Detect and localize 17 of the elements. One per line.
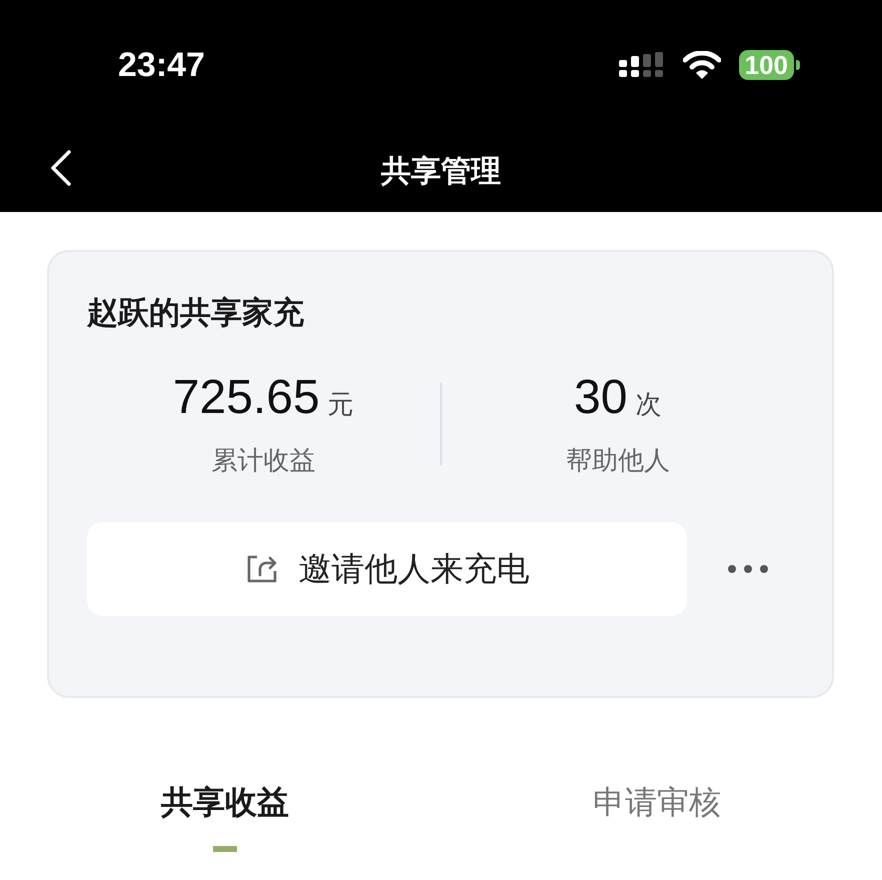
status-time: 23:47 <box>118 46 205 84</box>
stat-value: 725.65 <box>172 370 320 425</box>
stat-label: 帮助他人 <box>566 445 670 478</box>
page-title: 共享管理 <box>381 152 501 190</box>
stat-unit: 次 <box>635 389 662 422</box>
card-title: 赵跃的共享家充 <box>87 294 305 333</box>
wifi-icon <box>682 51 721 79</box>
tab[interactable]: 共享收益 <box>110 768 340 852</box>
invite-button[interactable]: 邀请他人来充电 <box>87 522 687 616</box>
signal-icon <box>618 52 665 78</box>
stat-label: 累计收益 <box>211 445 316 478</box>
share-icon <box>244 553 278 585</box>
back-button[interactable] <box>50 150 72 186</box>
more-button[interactable] <box>727 564 769 574</box>
stat-unit: 元 <box>328 389 354 422</box>
stat-value: 30 <box>574 370 628 425</box>
tab[interactable]: 申请审核 <box>542 768 772 852</box>
